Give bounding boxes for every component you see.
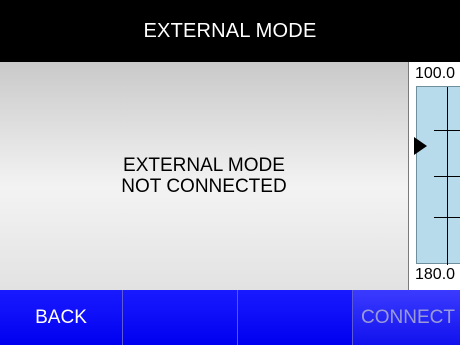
softkey-3-button[interactable] bbox=[238, 290, 353, 345]
softkey-2-button[interactable] bbox=[123, 290, 238, 345]
gauge-tick-major bbox=[434, 217, 460, 218]
status-line-1: EXTERNAL MODE bbox=[123, 155, 285, 176]
vertical-gauge: 100.0 180.0 bbox=[408, 62, 460, 290]
back-button[interactable]: BACK bbox=[0, 290, 123, 345]
status-line-2: NOT CONNECTED bbox=[121, 176, 287, 197]
gauge-tick-major bbox=[434, 130, 460, 131]
triangle-right-icon bbox=[414, 137, 427, 155]
gauge-tick-major bbox=[434, 176, 460, 177]
title-bar: EXTERNAL MODE bbox=[0, 0, 460, 62]
gauge-max-label: 100.0 bbox=[415, 65, 456, 82]
softkey-bar: BACK CONNECT bbox=[0, 290, 460, 345]
external-mode-screen: EXTERNAL MODE EXTERNAL MODE NOT CONNECTE… bbox=[0, 0, 460, 345]
gauge-min-label: 180.0 bbox=[415, 266, 456, 283]
page-title: EXTERNAL MODE bbox=[143, 19, 317, 42]
status-panel: EXTERNAL MODE NOT CONNECTED bbox=[0, 62, 408, 290]
connect-button[interactable]: CONNECT bbox=[353, 290, 460, 345]
gauge-scale bbox=[416, 86, 460, 265]
